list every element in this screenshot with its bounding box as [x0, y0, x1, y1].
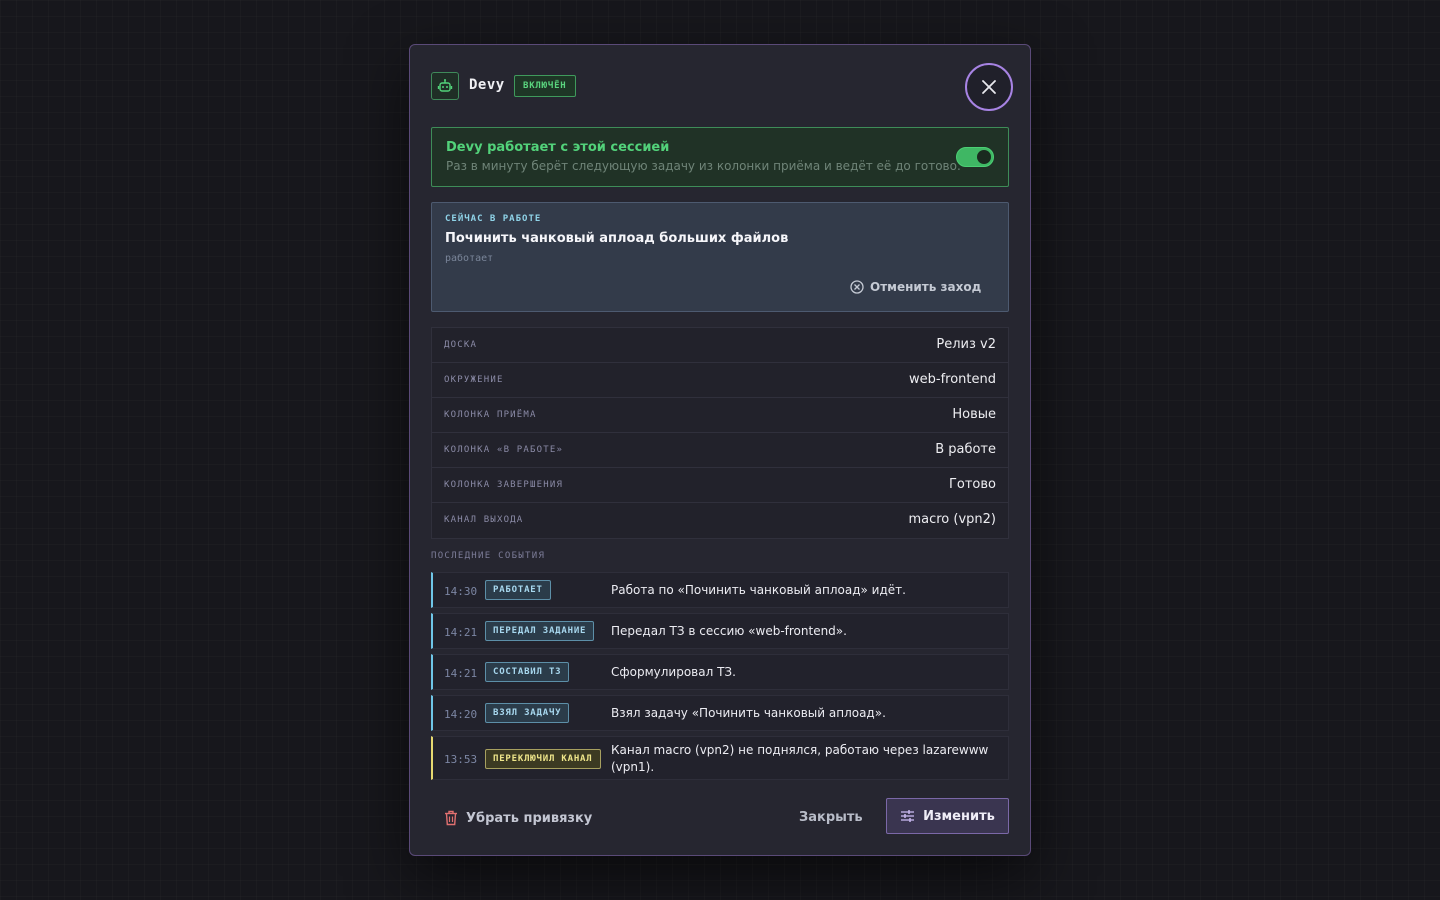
- prop-key: КОЛОНКА ПРИЁМА: [444, 410, 537, 420]
- modal-title: Devy: [469, 77, 505, 93]
- event-item: 14:21 СОСТАВИЛ ТЗ Сформулировал ТЗ.: [431, 654, 1009, 690]
- event-tag: ПЕРЕКЛЮЧИЛ КАНАЛ: [485, 749, 601, 769]
- prop-value: Новые: [952, 407, 996, 422]
- prop-row-in-progress-column: КОЛОНКА «В РАБОТЕ» В работе: [432, 433, 1008, 468]
- event-time: 13:53: [444, 753, 478, 766]
- current-task-status: работает: [445, 253, 494, 264]
- prop-value: web-frontend: [909, 372, 996, 387]
- event-time: 14:21: [444, 667, 478, 680]
- prop-row-environment: ОКРУЖЕНИЕ web-frontend: [432, 363, 1008, 398]
- unlink-button[interactable]: Убрать привязку: [444, 808, 592, 828]
- session-title: Devy работает с этой сессией: [446, 140, 670, 155]
- prop-value: macro (vpn2): [908, 512, 996, 527]
- event-text: Работа по «Починить чанковый аплоад» идё…: [611, 583, 906, 597]
- prop-key: ДОСКА: [444, 340, 478, 350]
- event-tag: ВЗЯЛ ЗАДАЧУ: [485, 703, 570, 723]
- prop-value: Релиз v2: [936, 337, 996, 352]
- session-description: Раз в минуту берёт следующую задачу из к…: [446, 159, 961, 173]
- event-tag: ПЕРЕДАЛ ЗАДАНИЕ: [485, 621, 595, 641]
- prop-key: КАНАЛ ВЫХОДА: [444, 515, 524, 525]
- event-item: 14:30 РАБОТАЕТ Работа по «Починить чанко…: [431, 572, 1009, 608]
- circle-x-icon: [850, 280, 864, 294]
- current-work-label: СЕЙЧАС В РАБОТЕ: [445, 214, 542, 224]
- cancel-run-label: Отменить заход: [870, 280, 982, 294]
- event-item: 14:20 ВЗЯЛ ЗАДАЧУ Взял задачу «Починить …: [431, 695, 1009, 731]
- event-text: Сформулировал ТЗ.: [611, 665, 736, 679]
- event-time: 14:20: [444, 708, 478, 721]
- settings-table: ДОСКА Релиз v2 ОКРУЖЕНИЕ web-frontend КО…: [431, 327, 1009, 539]
- prop-key: КОЛОНКА ЗАВЕРШЕНИЯ: [444, 480, 564, 490]
- prop-row-done-column: КОЛОНКА ЗАВЕРШЕНИЯ Готово: [432, 468, 1008, 503]
- prop-key: ОКРУЖЕНИЕ: [444, 375, 504, 385]
- session-banner: Devy работает с этой сессией Раз в минут…: [431, 127, 1009, 187]
- edit-button[interactable]: Изменить: [886, 798, 1009, 834]
- event-time: 14:30: [444, 585, 478, 598]
- event-text: Передал ТЗ в сессию «web-frontend».: [611, 624, 847, 638]
- close-button[interactable]: [965, 63, 1013, 111]
- current-task-title: Починить чанковый аплоад больших файлов: [445, 231, 789, 246]
- sliders-icon: [901, 810, 915, 822]
- prop-row-board: ДОСКА Релиз v2: [432, 328, 1008, 363]
- event-tag: СОСТАВИЛ ТЗ: [485, 662, 570, 682]
- toggle-knob: [977, 150, 991, 164]
- event-tag: РАБОТАЕТ: [485, 580, 551, 600]
- prop-key: КОЛОНКА «В РАБОТЕ»: [444, 445, 564, 455]
- edit-label: Изменить: [923, 808, 995, 824]
- prop-value: В работе: [935, 442, 996, 457]
- event-time: 14:21: [444, 626, 478, 639]
- event-item-warning: 13:53 ПЕРЕКЛЮЧИЛ КАНАЛ Канал macro (vpn2…: [431, 736, 1009, 780]
- unlink-label: Убрать привязку: [466, 810, 593, 826]
- modal-header: Devy ВКЛЮЧЁН: [431, 72, 1012, 102]
- current-work-card: СЕЙЧАС В РАБОТЕ Починить чанковый аплоад…: [431, 202, 1009, 312]
- events-heading: ПОСЛЕДНИЕ СОБЫТИЯ: [431, 551, 546, 561]
- devy-modal: Devy ВКЛЮЧЁН Devy работает с этой сессие…: [409, 44, 1031, 856]
- close-text-button[interactable]: Закрыть: [799, 810, 863, 825]
- events-list[interactable]: 14:30 РАБОТАЕТ Работа по «Починить чанко…: [431, 572, 1009, 780]
- status-badge: ВКЛЮЧЁН: [514, 75, 576, 97]
- session-toggle[interactable]: [956, 147, 994, 167]
- close-icon: [982, 80, 996, 94]
- trash-icon: [445, 810, 457, 826]
- cancel-run-button[interactable]: Отменить заход: [850, 278, 981, 296]
- event-text: Канал macro (vpn2) не поднялся, работаю …: [611, 743, 989, 774]
- event-text: Взял задачу «Починить чанковый аплоад».: [611, 706, 886, 720]
- prop-value: Готово: [948, 477, 996, 492]
- event-item: 14:21 ПЕРЕДАЛ ЗАДАНИЕ Передал ТЗ в сесси…: [431, 613, 1009, 649]
- robot-icon: [431, 72, 459, 100]
- prop-row-intake-column: КОЛОНКА ПРИЁМА Новые: [432, 398, 1008, 433]
- prop-row-output-channel: КАНАЛ ВЫХОДА macro (vpn2): [432, 503, 1008, 538]
